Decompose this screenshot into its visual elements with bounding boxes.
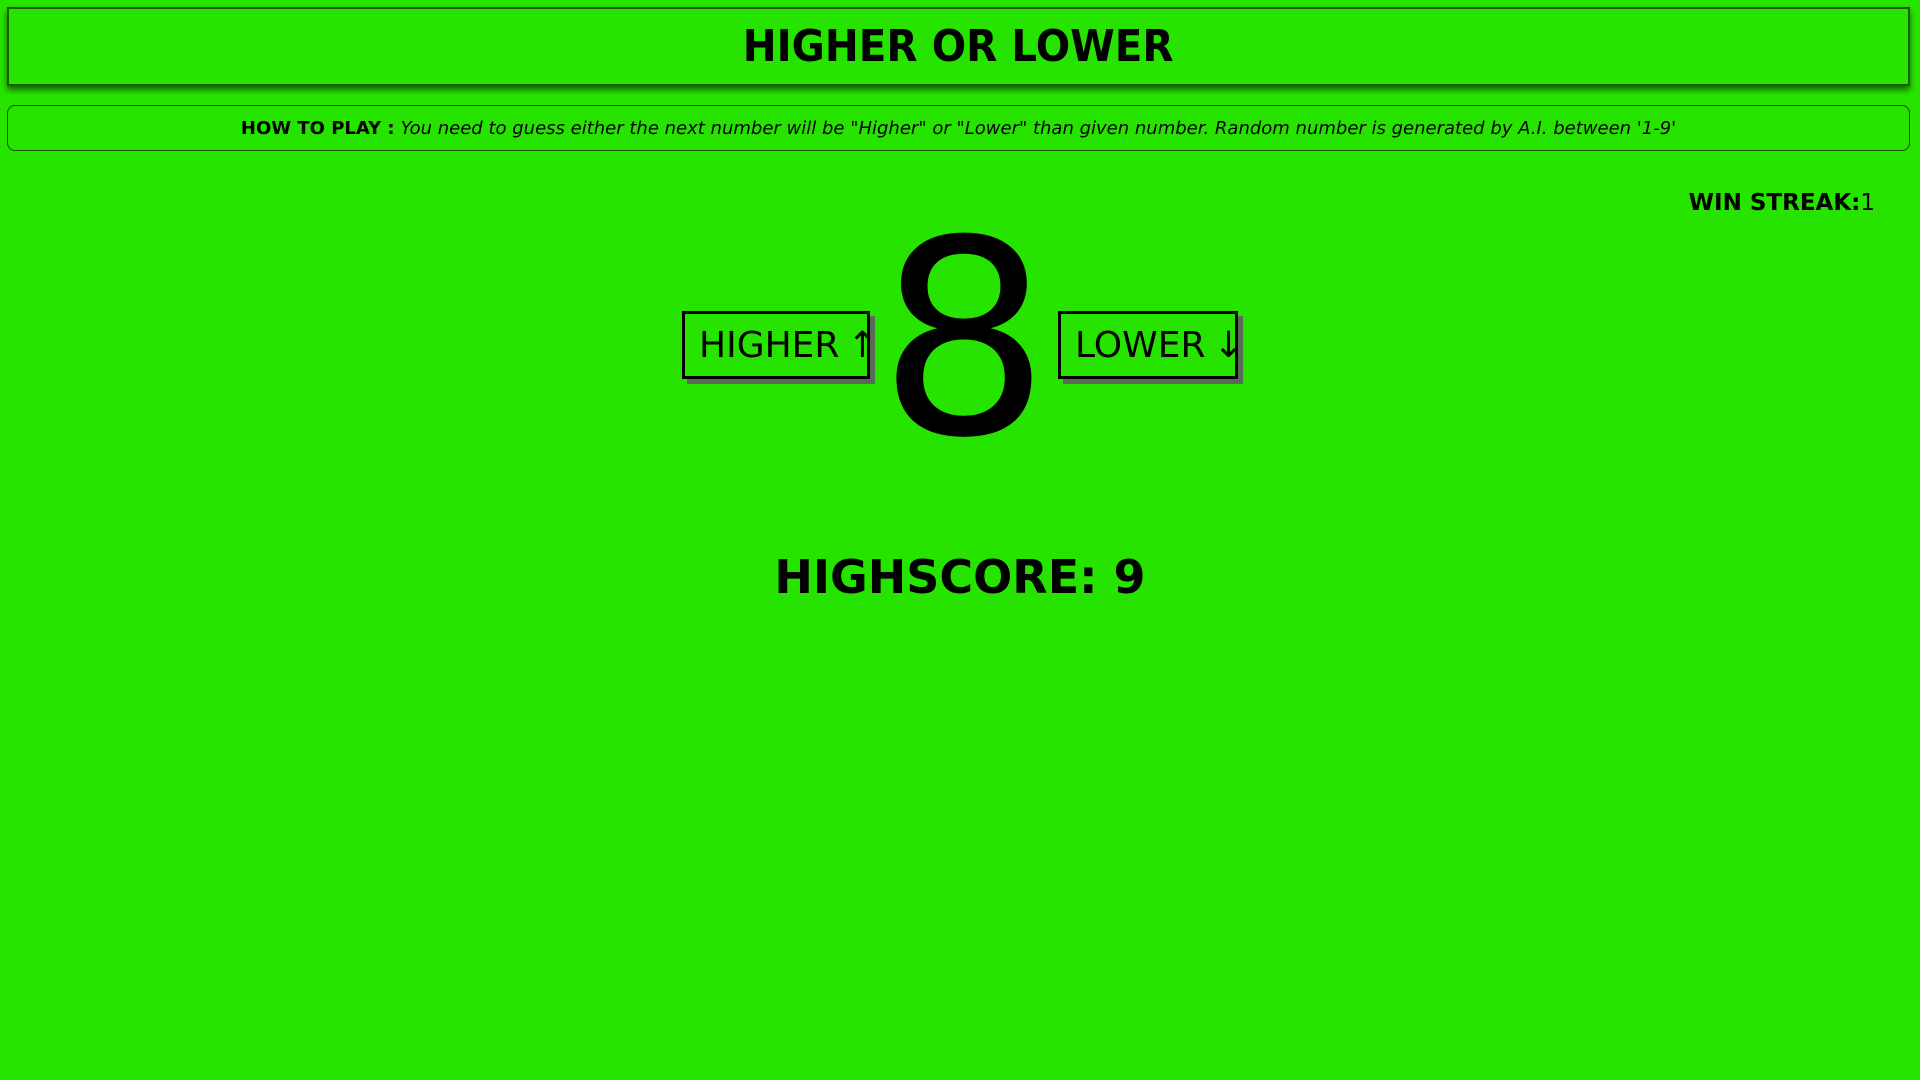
page-title: HIGHER OR LOWER — [743, 21, 1174, 72]
higher-button-label: HIGHER — [699, 324, 840, 366]
game-controls: HIGHER ↑ 8 LOWER ↓ — [0, 205, 1920, 475]
win-streak-label: WIN STREAK: — [1688, 190, 1861, 216]
game-page: HIGHER OR LOWER HOW TO PLAY : You need t… — [0, 0, 1920, 1080]
lower-button-label: LOWER — [1075, 324, 1206, 366]
highscore: HIGHSCORE: 9 — [0, 550, 1920, 604]
how-to-play-text: You need to guess either the next number… — [400, 117, 1677, 139]
current-number: 8 — [878, 182, 1050, 497]
higher-button[interactable]: HIGHER ↑ — [682, 311, 878, 379]
how-to-play-banner: HOW TO PLAY : You need to guess either t… — [7, 105, 1910, 151]
lower-button[interactable]: LOWER ↓ — [1058, 311, 1244, 379]
title-bar: HIGHER OR LOWER — [7, 7, 1910, 86]
win-streak-value: 1 — [1860, 190, 1875, 216]
highscore-value: 9 — [1113, 550, 1146, 604]
win-streak: WIN STREAK:1 — [1689, 190, 1875, 216]
highscore-label: HIGHSCORE: — [774, 550, 1098, 604]
arrow-down-icon: ↓ — [1213, 324, 1244, 366]
how-to-play-label: HOW TO PLAY : — [240, 117, 395, 139]
